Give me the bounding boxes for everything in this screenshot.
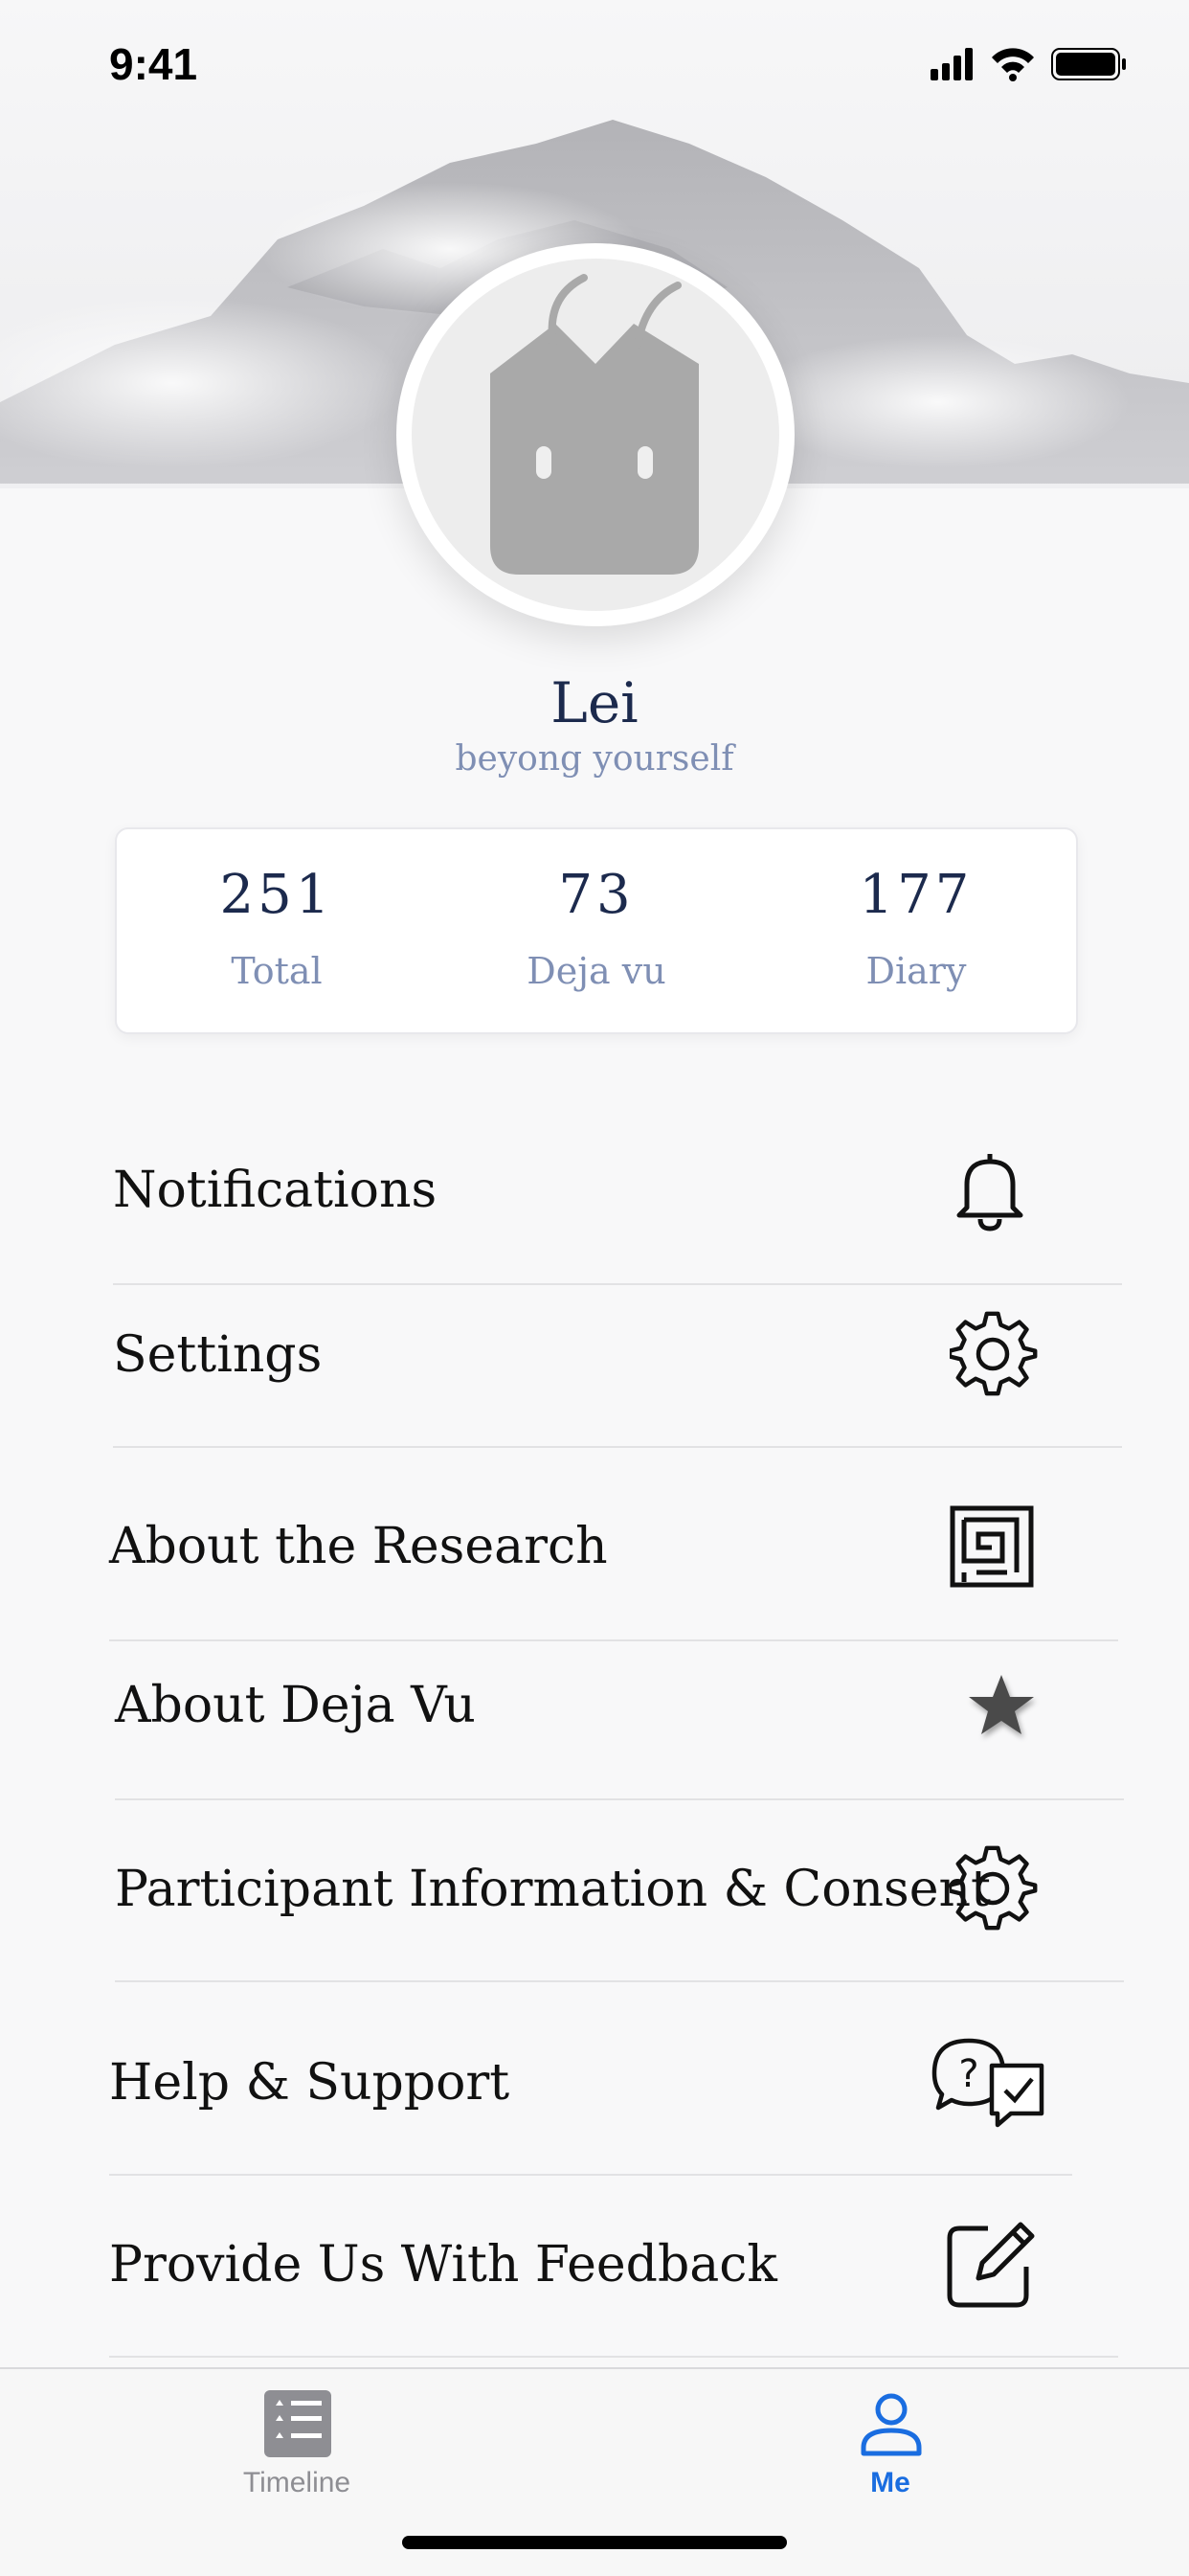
gear-icon — [950, 1311, 1038, 1396]
divider — [115, 1980, 1124, 1982]
signal-icon — [931, 48, 973, 80]
battery-icon — [1051, 48, 1126, 80]
tab-me[interactable]: Me — [747, 2369, 1034, 2522]
menu-item-label: Help & Support — [109, 2054, 510, 2112]
menu-item-label: Participant Information & Consent — [115, 1861, 991, 1918]
stats-card: 251 Total 73 Deja vu 177 Diary — [115, 827, 1078, 1034]
stat-deja-vu[interactable]: 73 Deja vu — [437, 829, 756, 1032]
menu-item-feedback[interactable]: Provide Us With Feedback — [109, 2183, 1118, 2346]
edit-icon — [947, 2222, 1035, 2308]
menu-item-label: About Deja Vu — [115, 1677, 476, 1734]
avatar-image — [412, 259, 779, 611]
bell-icon — [956, 1154, 1023, 1232]
maze-icon — [950, 1505, 1034, 1588]
status-bar: 9:41 — [0, 0, 1189, 126]
profile-name: Lei — [550, 670, 639, 735]
gear-icon — [950, 1845, 1038, 1931]
avatar[interactable] — [396, 243, 795, 626]
menu-item-label: Provide Us With Feedback — [109, 2236, 777, 2294]
menu-item-about-research[interactable]: About the Research — [109, 1465, 1118, 1628]
svg-text:?: ? — [958, 2052, 978, 2096]
divider — [115, 1798, 1124, 1800]
home-indicator[interactable] — [402, 2536, 787, 2549]
stat-value: 73 — [558, 864, 635, 926]
star-icon — [969, 1675, 1034, 1734]
menu-item-label: Settings — [113, 1326, 323, 1384]
tab-timeline[interactable]: Timeline — [153, 2369, 440, 2522]
menu-item-notifications[interactable]: Notifications — [113, 1109, 1122, 1272]
tab-label: Timeline — [242, 2467, 351, 2498]
stat-label: Deja vu — [527, 950, 666, 992]
status-time: 9:41 — [109, 39, 198, 89]
stat-value: 251 — [219, 864, 334, 926]
menu-item-label: Notifications — [113, 1162, 437, 1219]
divider — [109, 2174, 1072, 2176]
person-icon — [861, 2393, 922, 2456]
stat-value: 177 — [859, 864, 974, 926]
divider — [109, 2356, 1118, 2358]
timeline-list-icon — [264, 2390, 331, 2457]
menu-item-settings[interactable]: Settings — [113, 1274, 1122, 1436]
stat-diary[interactable]: 177 Diary — [756, 829, 1076, 1032]
profile-tagline: beyong yourself — [455, 739, 734, 779]
divider — [113, 1446, 1122, 1448]
wifi-icon — [992, 48, 1034, 81]
menu-item-help-support[interactable]: Help & Support ? — [109, 2001, 1118, 2164]
menu-item-label: About the Research — [109, 1518, 608, 1575]
stat-label: Total — [231, 950, 323, 992]
stat-label: Diary — [865, 950, 967, 992]
tab-label: Me — [870, 2467, 910, 2498]
help-chat-icon: ? — [931, 2038, 1044, 2128]
status-indicators — [931, 48, 1126, 81]
menu-item-about-deja-vu[interactable]: About Deja Vu — [115, 1624, 1124, 1787]
stat-total[interactable]: 251 Total — [117, 829, 437, 1032]
menu-item-participant-consent[interactable]: Participant Information & Consent — [115, 1808, 1124, 1971]
crown-creature-icon — [490, 274, 699, 575]
